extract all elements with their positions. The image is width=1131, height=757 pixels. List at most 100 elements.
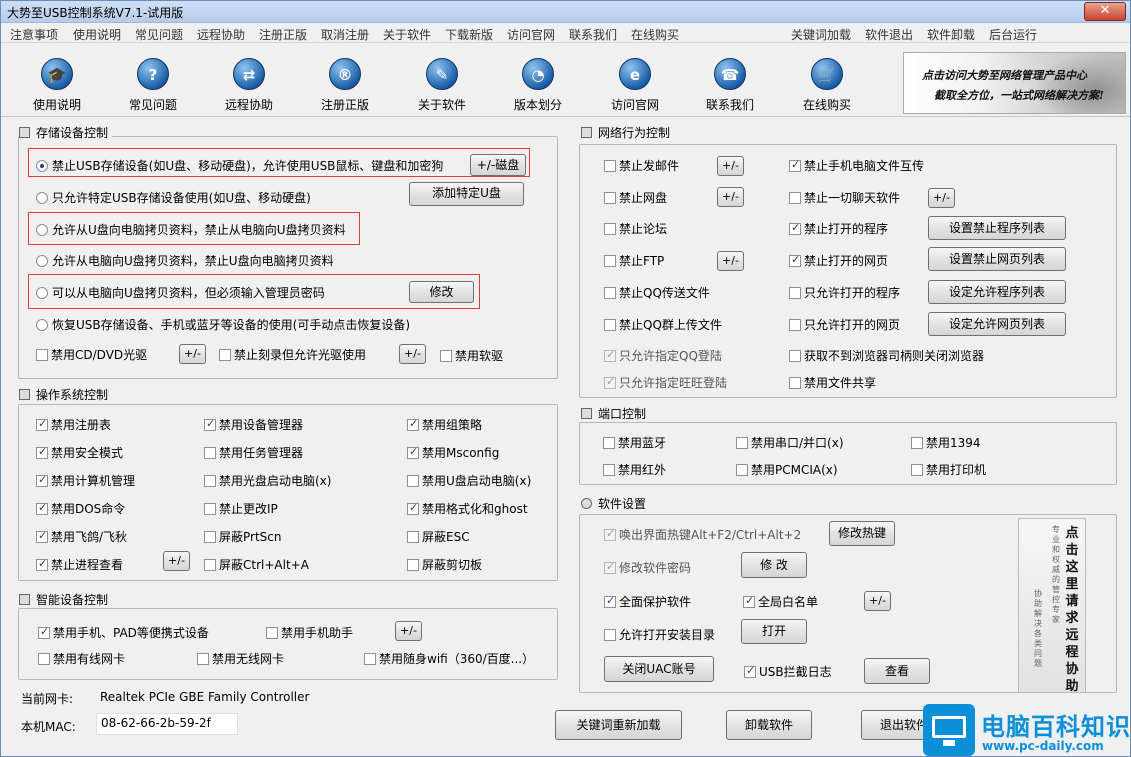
checkbox-usb-log[interactable]: USB拦截日志 bbox=[744, 663, 832, 680]
checkbox-port-item[interactable]: 禁用打印机 bbox=[911, 461, 986, 478]
toolbar-buy-button[interactable]: 🛒 在线购买 bbox=[787, 58, 867, 116]
checkbox[interactable] bbox=[789, 350, 801, 362]
checkbox[interactable] bbox=[36, 473, 48, 487]
checkbox-net-item[interactable]: 禁止网盘 bbox=[604, 189, 667, 206]
checkbox[interactable] bbox=[789, 287, 801, 299]
checkbox[interactable] bbox=[407, 531, 419, 543]
radio-button[interactable] bbox=[36, 160, 48, 172]
close-uac-button[interactable]: 关闭UAC账号 bbox=[604, 656, 714, 682]
mail-plus-minus-button[interactable]: +/- bbox=[717, 156, 744, 176]
menu-uninstall[interactable]: 软件卸载 bbox=[927, 26, 975, 43]
checkbox-os-item[interactable]: 禁用注册表 bbox=[36, 416, 111, 433]
checkbox-net-item[interactable]: 禁止手机电脑文件互传 bbox=[789, 157, 924, 174]
radio-block-usb-storage[interactable]: 禁止USB存储设备(如U盘、移动硬盘)，允许使用USB鼠标、键盘和加密狗 bbox=[36, 157, 443, 174]
checkbox[interactable] bbox=[36, 501, 48, 515]
netdisk-plus-minus-button[interactable]: +/- bbox=[717, 187, 744, 207]
checkbox-net-item[interactable]: 禁止QQ传送文件 bbox=[604, 284, 710, 301]
checkbox[interactable] bbox=[407, 501, 419, 515]
checkbox-net-item[interactable]: 只允许指定旺旺登陆 bbox=[604, 374, 727, 391]
checkbox-block-burning[interactable]: 禁止刻录但允许光驱使用 bbox=[219, 346, 366, 363]
checkbox-software-password[interactable]: 修改软件密码 bbox=[604, 559, 691, 576]
checkbox-smart-item[interactable]: 禁用无线网卡 bbox=[197, 650, 284, 667]
checkbox-smart-item[interactable]: 禁用随身wifi（360/百度...） bbox=[364, 650, 534, 667]
radio-restore-devices[interactable]: 恢复USB存储设备、手机或蓝牙等设备的使用(可手动点击恢复设备) bbox=[36, 316, 410, 333]
process-plus-minus-button[interactable]: +/- bbox=[163, 551, 190, 571]
checkbox[interactable] bbox=[204, 447, 216, 459]
cd-plus-minus-button[interactable]: +/- bbox=[179, 344, 206, 364]
checkbox[interactable] bbox=[604, 527, 616, 541]
radio-button[interactable] bbox=[36, 255, 48, 267]
checkbox[interactable] bbox=[440, 350, 452, 362]
close-button[interactable]: ✕ bbox=[1084, 2, 1126, 21]
menu-about[interactable]: 关于软件 bbox=[383, 26, 431, 43]
checkbox[interactable] bbox=[36, 445, 48, 459]
checkbox-os-item[interactable]: 禁用计算机管理 bbox=[36, 472, 135, 489]
checkbox-os-item[interactable]: 禁用飞鸽/飞秋 bbox=[36, 528, 127, 545]
checkbox[interactable] bbox=[789, 377, 801, 389]
checkbox-os-item[interactable]: 禁用格式化和ghost bbox=[407, 500, 528, 517]
checkbox[interactable] bbox=[604, 223, 616, 235]
radio-button[interactable] bbox=[36, 287, 48, 299]
checkbox-full-protect[interactable]: 全面保护软件 bbox=[604, 593, 691, 610]
smart-plus-minus-button[interactable]: +/- bbox=[395, 621, 422, 641]
checkbox[interactable] bbox=[407, 559, 419, 571]
menu-exit[interactable]: 软件退出 bbox=[865, 26, 913, 43]
radio-pc-to-usb-only[interactable]: 允许从电脑向U盘拷贝资料，禁止U盘向电脑拷贝资料 bbox=[36, 252, 334, 269]
checkbox-port-item[interactable]: 禁用1394 bbox=[911, 434, 981, 451]
toolbar-manual-button[interactable]: 🎓 使用说明 bbox=[17, 58, 97, 116]
modify-password-software-button[interactable]: 修 改 bbox=[741, 552, 807, 578]
checkbox[interactable] bbox=[204, 503, 216, 515]
menu-remote[interactable]: 远程协助 bbox=[197, 26, 245, 43]
checkbox-net-item[interactable]: 禁止发邮件 bbox=[604, 157, 679, 174]
checkbox-net-item[interactable]: 禁止打开的网页 bbox=[789, 252, 888, 269]
checkbox[interactable] bbox=[36, 557, 48, 571]
checkbox-net-item[interactable]: 禁止QQ群上传文件 bbox=[604, 316, 722, 333]
menu-keyword-load[interactable]: 关键词加载 bbox=[791, 26, 851, 43]
checkbox-os-item[interactable]: 禁用安全模式 bbox=[36, 444, 123, 461]
radio-button[interactable] bbox=[36, 319, 48, 331]
checkbox[interactable] bbox=[36, 349, 48, 361]
checkbox-allow-install-dir[interactable]: 允许打开安装目录 bbox=[604, 626, 715, 643]
menu-background[interactable]: 后台运行 bbox=[989, 26, 1037, 43]
checkbox-global-whitelist[interactable]: 全局白名单 bbox=[743, 593, 818, 610]
checkbox[interactable] bbox=[789, 158, 801, 172]
checkbox-net-item[interactable]: 只允许打开的程序 bbox=[789, 284, 900, 301]
checkbox-hotkey[interactable]: 唤出界面热键Alt+F2/Ctrl+Alt+2 bbox=[604, 526, 801, 543]
checkbox-smart-item[interactable]: 禁用手机助手 bbox=[266, 624, 353, 641]
checkbox[interactable] bbox=[604, 192, 616, 204]
checkbox[interactable] bbox=[736, 437, 748, 449]
checkbox[interactable] bbox=[204, 417, 216, 431]
toolbar-edition-button[interactable]: ◔ 版本划分 bbox=[498, 58, 578, 116]
set-program-allow-list-button[interactable]: 设定允许程序列表 bbox=[928, 280, 1066, 304]
radio-pc-to-usb-with-password[interactable]: 可以从电脑向U盘拷贝资料，但必须输入管理员密码 bbox=[36, 284, 325, 301]
checkbox-os-item[interactable]: 禁止进程查看 bbox=[36, 556, 123, 573]
checkbox[interactable] bbox=[911, 464, 923, 476]
toolbar-contact-button[interactable]: ☎ 联系我们 bbox=[690, 58, 770, 116]
checkbox-os-item[interactable]: 禁用DOS命令 bbox=[36, 500, 125, 517]
checkbox-os-item[interactable]: 禁用U盘启动电脑(x) bbox=[407, 472, 531, 489]
checkbox-port-item[interactable]: 禁用蓝牙 bbox=[603, 434, 666, 451]
set-web-allow-list-button[interactable]: 设定允许网页列表 bbox=[928, 312, 1066, 336]
checkbox[interactable] bbox=[204, 559, 216, 571]
checkbox[interactable] bbox=[604, 594, 616, 608]
checkbox-net-item[interactable]: 禁止打开的程序 bbox=[789, 220, 888, 237]
checkbox[interactable] bbox=[604, 629, 616, 641]
checkbox[interactable] bbox=[789, 319, 801, 331]
checkbox-os-item[interactable]: 禁用Msconfig bbox=[407, 444, 499, 461]
checkbox[interactable] bbox=[197, 653, 209, 665]
checkbox-os-item[interactable]: 屏蔽ESC bbox=[407, 528, 470, 545]
radio-specific-usb-only[interactable]: 只允许特定USB存储设备使用(如U盘、移动硬盘) bbox=[36, 189, 311, 206]
checkbox-port-item[interactable]: 禁用PCMCIA(x) bbox=[736, 461, 838, 478]
checkbox-smart-item[interactable]: 禁用有线网卡 bbox=[38, 650, 125, 667]
menu-website[interactable]: 访问官网 bbox=[507, 26, 555, 43]
menu-register[interactable]: 注册正版 bbox=[259, 26, 307, 43]
checkbox-os-item[interactable]: 禁用光盘启动电脑(x) bbox=[204, 472, 331, 489]
menu-buy[interactable]: 在线购买 bbox=[631, 26, 679, 43]
checkbox[interactable] bbox=[603, 464, 615, 476]
toolbar-faq-button[interactable]: ? 常见问题 bbox=[113, 58, 193, 116]
menu-faq[interactable]: 常见问题 bbox=[135, 26, 183, 43]
toolbar-register-button[interactable]: ® 注册正版 bbox=[305, 58, 385, 116]
checkbox-smart-item[interactable]: 禁用手机、PAD等便携式设备 bbox=[38, 624, 209, 641]
set-web-block-list-button[interactable]: 设置禁止网页列表 bbox=[928, 247, 1066, 271]
checkbox[interactable] bbox=[743, 594, 755, 608]
